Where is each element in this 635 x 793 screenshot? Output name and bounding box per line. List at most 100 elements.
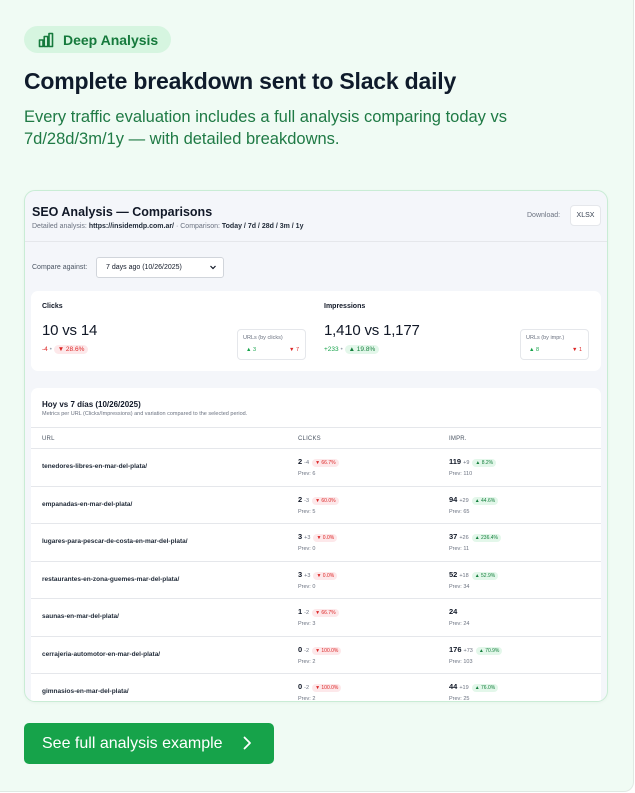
row-clicks-delta: -2	[304, 685, 310, 691]
see-full-analysis-button[interactable]: See full analysis example	[24, 723, 274, 764]
table-row: saunas-en-mar-del-plata/1 -2 ▼ 66.7% Prev: …	[31, 598, 601, 636]
row-impr-prev: Prev: 65	[449, 508, 470, 515]
clicks-delta: -4 • ▼ 28.6%	[42, 345, 89, 354]
url-table: Hoy vs 7 días (10/26/2025) Metrics per U…	[31, 388, 601, 702]
header-url: URL	[42, 436, 55, 442]
row-clicks: 2 -4 ▼ 66.7%	[298, 457, 339, 467]
compare-value: 7 days ago (10/26/2025)	[106, 264, 182, 271]
row-url[interactable]: lugares-para-pescar-de-costa-en-mar-del-…	[42, 538, 188, 545]
row-clicks: 2 -3 ▼ 60.0%	[298, 494, 339, 505]
row-impr-prev: Prev: 11	[449, 546, 470, 552]
row-clicks-value: 1	[298, 607, 303, 616]
row-url[interactable]: restaurantes-en-zona-guemes-mar-del-plat…	[42, 576, 179, 583]
table-row: cerrajeria-automotor-en-mar-del-plata/0-…	[31, 635, 601, 674]
row-impr-delta: +18	[459, 572, 469, 579]
row-clicks-prev: Prev: 3	[298, 621, 316, 627]
row-clicks-value: 2	[298, 494, 303, 504]
row-url[interactable]: tenedores-libres-en-mar-del-plata/	[42, 463, 147, 470]
row-impr-prev: Prev: 110	[449, 471, 473, 477]
row-clicks-value: 3	[298, 569, 303, 579]
xlsx-download-button[interactable]: XLSX	[570, 205, 601, 226]
impressions-urls-box: URLs (by impr.) ▲ 8 ▼ 1	[520, 329, 589, 360]
row-clicks-pct: ▼ 100.0%	[312, 646, 342, 655]
row-impr: 24	[449, 607, 457, 616]
table-row: empanadas-en-mar-del-plata/2 -3 ▼ 60.0% Pre…	[31, 485, 601, 524]
row-clicks-prev: Prev: 5	[298, 508, 316, 515]
row-clicks-value: 0	[298, 644, 303, 654]
clicks-delta-abs: -4	[42, 346, 48, 353]
headline: Complete breakdown sent to Slack daily	[24, 68, 457, 94]
row-clicks: 1 -2 ▼ 66.7%	[298, 607, 339, 617]
table-row: tenedores-libres-en-mar-del-plata/2 -4 ▼ 6…	[31, 448, 601, 486]
row-clicks-value: 2	[298, 457, 303, 466]
row-clicks-delta: +3	[304, 572, 311, 579]
row-impr-value: 94	[449, 494, 458, 504]
row-impr: 176 +73 ▲ 70.9%	[449, 644, 503, 655]
row-clicks: 0 -2 ▼ 100.0%	[298, 682, 342, 692]
table-subtitle: Metrics per URL (Clicks/Impressions) and…	[42, 411, 248, 417]
row-impr: 52 +18 ▲ 52.9%	[449, 569, 499, 580]
row-clicks-value: 0	[298, 682, 303, 691]
row-impr-prev: Prev: 24	[449, 621, 470, 627]
subtitle-prefix: Detailed analysis:	[32, 223, 87, 230]
impressions-value: 1,410 vs 1,177	[324, 322, 420, 339]
impressions-delta-abs: +233	[324, 346, 339, 353]
comparison-periods: Today / 7d / 28d / 3m / 1y	[221, 223, 304, 230]
preview-subtitle: Detailed analysis: https://insidemdp.com…	[32, 223, 303, 230]
download-label: Download:	[527, 212, 561, 219]
table-row: restaurantes-en-zona-guemes-mar-del-plat…	[31, 560, 601, 599]
row-impr-value: 176	[449, 644, 462, 654]
row-clicks-prev: Prev: 2	[298, 658, 316, 665]
row-url[interactable]: cerrajeria-automotor-en-mar-del-plata/	[42, 651, 160, 658]
row-clicks-pct: ▼ 0.0%	[313, 571, 338, 580]
row-url[interactable]: empanadas-en-mar-del-plata/	[42, 501, 132, 508]
row-clicks-prev: Prev: 2	[298, 696, 316, 702]
row-impr-pct: ▲ 236.4%	[471, 534, 501, 542]
clicks-urls-box: URLs (by clicks) ▲ 3 ▼ 7	[237, 329, 306, 360]
row-impr-pct: ▲ 8.2%	[472, 459, 497, 467]
clicks-label: Clicks	[42, 303, 63, 310]
table-title: Hoy vs 7 días (10/26/2025)	[42, 400, 141, 409]
impressions-urls-down: ▼ 1	[571, 347, 582, 353]
bar-chart-icon	[38, 32, 54, 48]
row-impr-value: 24	[449, 607, 458, 616]
chevron-down-icon	[209, 263, 217, 273]
row-clicks-prev: Prev: 6	[298, 471, 316, 477]
metrics-panel: Clicks 10 vs 14 -4 • ▼ 28.6% URLs (by cl…	[31, 291, 601, 371]
row-impr-pct: ▲ 70.9%	[475, 646, 503, 655]
divider	[25, 241, 607, 242]
compare-label: Compare against:	[32, 264, 88, 271]
row-impr-value: 44	[449, 682, 458, 691]
preview-title: SEO Analysis — Comparisons	[32, 205, 213, 219]
impressions-delta-pct: ▲ 19.8%	[344, 345, 380, 354]
row-impr-delta: +26	[459, 535, 469, 541]
row-clicks-delta: -3	[304, 497, 310, 504]
header-impr: IMPR.	[449, 436, 467, 442]
row-clicks-delta: -2	[304, 610, 310, 616]
clicks-urls-label: URLs (by clicks)	[243, 335, 283, 341]
table-row: gimnasios-en-mar-del-plata/0 -2 ▼ 100.0% Pr…	[31, 673, 601, 702]
row-clicks-pct: ▼ 100.0%	[312, 684, 342, 692]
row-impr-value: 37	[449, 532, 458, 541]
row-clicks-pct: ▼ 0.0%	[313, 534, 338, 542]
row-url[interactable]: gimnasios-en-mar-del-plata/	[42, 688, 129, 695]
comparison-prefix: · Comparison:	[175, 223, 220, 230]
analysis-preview: SEO Analysis — Comparisons Detailed anal…	[24, 190, 608, 702]
row-clicks-delta: -2	[304, 647, 310, 654]
row-impr-prev: Prev: 34	[449, 583, 470, 590]
row-impr-delta: +19	[459, 685, 469, 691]
row-clicks-prev: Prev: 0	[298, 583, 316, 590]
row-impr-pct: ▲ 76.0%	[471, 684, 499, 692]
clicks-urls-down: ▼ 7	[288, 347, 299, 353]
row-impr-prev: Prev: 25	[449, 696, 470, 702]
row-clicks-pct: ▼ 66.7%	[312, 609, 339, 617]
row-impr-pct: ▲ 44.6%	[471, 496, 499, 505]
deep-analysis-badge: Deep Analysis	[24, 26, 171, 53]
feature-card: Deep Analysis Complete breakdown sent to…	[0, 0, 634, 792]
row-url[interactable]: saunas-en-mar-del-plata/	[42, 613, 119, 620]
row-clicks: 0 -2 ▼ 100.0%	[298, 644, 342, 655]
header-clicks: CLICKS	[298, 436, 321, 442]
compare-select[interactable]: 7 days ago (10/26/2025)	[96, 257, 224, 278]
row-impr-pct: ▲ 52.9%	[471, 571, 499, 580]
row-impr-value: 52	[449, 569, 458, 579]
